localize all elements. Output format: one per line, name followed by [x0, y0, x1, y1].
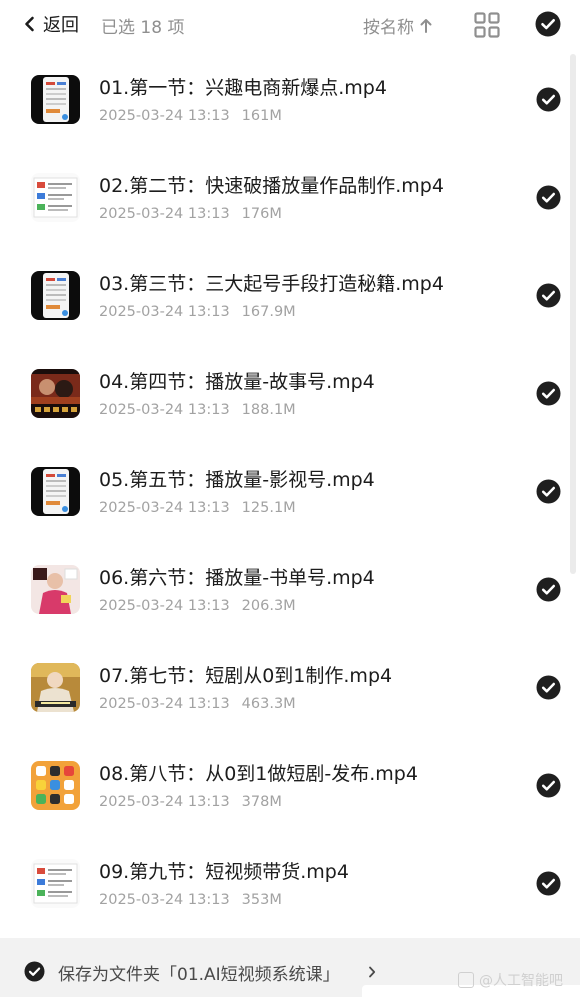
file-name: 06.第六节：播放量-书单号.mp4 [99, 567, 375, 589]
video-thumbnail [31, 859, 80, 908]
file-row[interactable]: 06.第六节：播放量-书单号.mp4 2025-03-24 13:13 206.3M [0, 539, 580, 637]
selected-check-icon[interactable] [536, 577, 561, 602]
file-date: 2025-03-24 13:13 [99, 206, 230, 222]
selected-check-icon[interactable] [536, 871, 561, 896]
file-row[interactable]: 04.第四节：播放量-故事号.mp4 2025-03-24 13:13 188.1M [0, 343, 580, 441]
video-thumbnail [31, 173, 80, 222]
file-name: 09.第九节：短视频带货.mp4 [99, 861, 349, 883]
file-date: 2025-03-24 13:13 [99, 892, 230, 908]
file-size: 353M [241, 892, 282, 908]
file-meta: 2025-03-24 13:13 176M [99, 206, 282, 222]
file-name: 05.第五节：播放量-影视号.mp4 [99, 469, 375, 491]
video-thumbnail [31, 467, 80, 516]
file-meta: 2025-03-24 13:13 161M [99, 108, 282, 124]
file-name: 02.第二节：快速破播放量作品制作.mp4 [99, 175, 444, 197]
top-bar: 返回 已选 18 项 按名称 [0, 0, 580, 50]
video-thumbnail [31, 369, 80, 418]
sort-by-name-button[interactable]: 按名称 [363, 13, 432, 38]
file-name: 01.第一节：兴趣电商新爆点.mp4 [99, 77, 387, 99]
file-meta: 2025-03-24 13:13 463.3M [99, 696, 296, 712]
file-date: 2025-03-24 13:13 [99, 794, 230, 810]
selected-check-icon[interactable] [536, 675, 561, 700]
grid-view-icon[interactable] [474, 12, 500, 38]
chevron-right-icon [369, 966, 376, 978]
file-size: 167.9M [241, 304, 296, 320]
video-thumbnail [31, 271, 80, 320]
file-date: 2025-03-24 13:13 [99, 500, 230, 516]
file-row[interactable]: 08.第八节：从0到1做短剧-发布.mp4 2025-03-24 13:13 378… [0, 735, 580, 833]
sort-label: 按名称 [363, 18, 414, 38]
back-button[interactable]: 返回 [24, 11, 79, 37]
selected-check-icon[interactable] [536, 283, 561, 308]
file-size: 463.3M [241, 696, 296, 712]
file-date: 2025-03-24 13:13 [99, 108, 230, 124]
file-date: 2025-03-24 13:13 [99, 598, 230, 614]
file-list: 01.第一节：兴趣电商新爆点.mp4 2025-03-24 13:13 161M 02… [0, 49, 580, 931]
select-all-check-icon[interactable] [535, 11, 561, 37]
file-size: 161M [241, 108, 282, 124]
file-row[interactable]: 03.第三节：三大起号手段打造秘籍.mp4 2025-03-24 13:13 167… [0, 245, 580, 343]
file-row[interactable]: 02.第二节：快速破播放量作品制作.mp4 2025-03-24 13:13 176… [0, 147, 580, 245]
watermark-logo-icon [458, 972, 474, 988]
selected-check-icon[interactable] [536, 87, 561, 112]
file-meta: 2025-03-24 13:13 167.9M [99, 304, 296, 320]
file-meta: 2025-03-24 13:13 188.1M [99, 402, 296, 418]
file-name: 08.第八节：从0到1做短剧-发布.mp4 [99, 763, 418, 785]
video-thumbnail [31, 75, 80, 124]
file-date: 2025-03-24 13:13 [99, 304, 230, 320]
file-meta: 2025-03-24 13:13 206.3M [99, 598, 296, 614]
file-name: 04.第四节：播放量-故事号.mp4 [99, 371, 375, 393]
selected-check-icon[interactable] [536, 185, 561, 210]
save-as-folder-label: 保存为文件夹「01.AI短视频系统课」 [58, 965, 340, 985]
file-row[interactable]: 01.第一节：兴趣电商新爆点.mp4 2025-03-24 13:13 161M [0, 49, 580, 147]
file-date: 2025-03-24 13:13 [99, 402, 230, 418]
file-meta: 2025-03-24 13:13 353M [99, 892, 282, 908]
file-size: 206.3M [241, 598, 296, 614]
chevron-left-icon [25, 16, 34, 32]
selected-check-icon[interactable] [536, 773, 561, 798]
file-name: 07.第七节：短剧从0到1制作.mp4 [99, 665, 393, 687]
file-row[interactable]: 05.第五节：播放量-影视号.mp4 2025-03-24 13:13 125.1M [0, 441, 580, 539]
selected-count: 已选 18 项 [101, 18, 185, 38]
file-name: 03.第三节：三大起号手段打造秘籍.mp4 [99, 273, 444, 295]
file-size: 176M [241, 206, 282, 222]
file-date: 2025-03-24 13:13 [99, 696, 230, 712]
file-row[interactable]: 09.第九节：短视频带货.mp4 2025-03-24 13:13 353M [0, 833, 580, 931]
file-size: 125.1M [241, 500, 296, 516]
save-folder-check-icon[interactable] [24, 961, 45, 982]
video-thumbnail [31, 663, 80, 712]
video-thumbnail [31, 761, 80, 810]
back-label: 返回 [43, 15, 79, 36]
selected-check-icon[interactable] [536, 479, 561, 504]
file-row[interactable]: 07.第七节：短剧从0到1制作.mp4 2025-03-24 13:13 463.3… [0, 637, 580, 735]
video-thumbnail [31, 565, 80, 614]
watermark: @人工智能吧 [458, 970, 563, 990]
file-size: 188.1M [241, 402, 296, 418]
file-meta: 2025-03-24 13:13 125.1M [99, 500, 296, 516]
file-meta: 2025-03-24 13:13 378M [99, 794, 282, 810]
watermark-text: @人工智能吧 [479, 973, 563, 989]
file-size: 378M [241, 794, 282, 810]
selected-check-icon[interactable] [536, 381, 561, 406]
arrow-up-icon [420, 19, 432, 33]
